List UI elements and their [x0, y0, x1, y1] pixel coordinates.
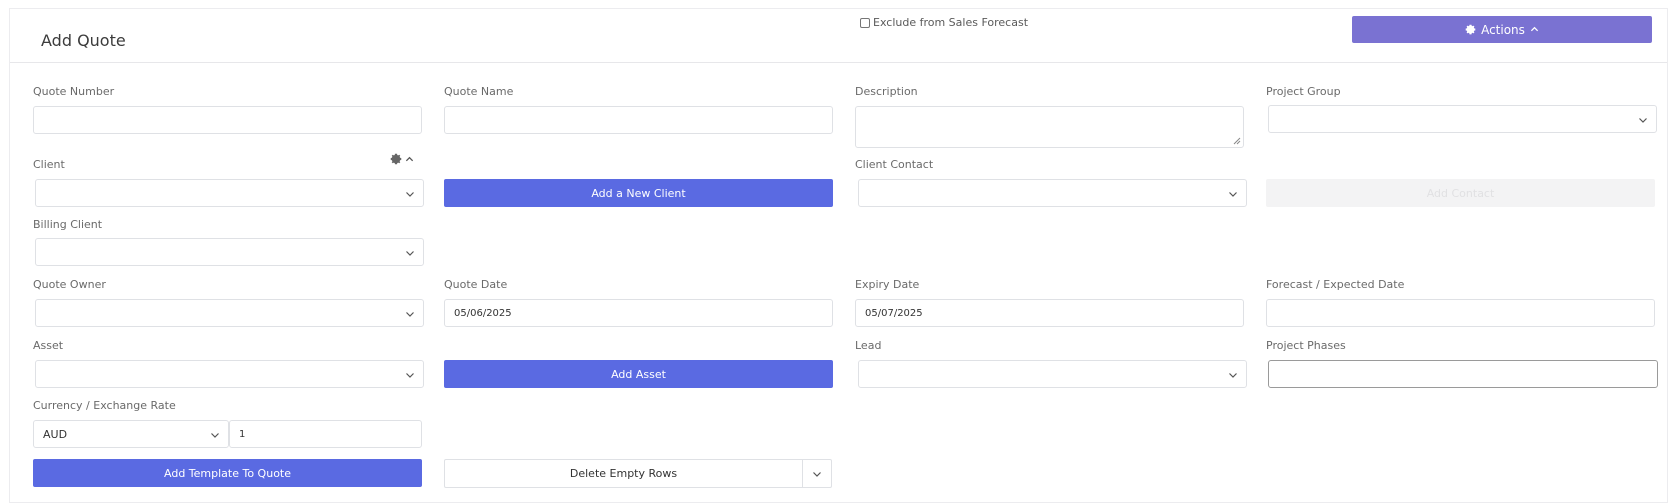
- chevron-down-icon: [1229, 373, 1237, 378]
- chevron-down-icon: [1639, 118, 1647, 123]
- actions-label: Actions: [1481, 22, 1525, 37]
- chevron-down-icon: [406, 312, 414, 317]
- resize-handle-icon[interactable]: [1233, 137, 1241, 145]
- billing-client-label: Billing Client: [33, 218, 103, 231]
- exclude-forecast-checkbox[interactable]: Exclude from Sales Forecast: [860, 16, 1028, 29]
- quote-name-input[interactable]: [444, 106, 833, 134]
- chevron-up-icon: [1530, 26, 1539, 32]
- gear-icon: [390, 153, 402, 165]
- add-contact-button[interactable]: Add Contact: [1266, 179, 1655, 207]
- quote-owner-select[interactable]: [35, 299, 424, 327]
- currency-select[interactable]: AUD: [33, 420, 229, 448]
- project-phases-input[interactable]: [1268, 360, 1658, 388]
- page-title: Add Quote: [41, 31, 126, 50]
- client-settings-toggle[interactable]: [390, 153, 414, 165]
- quote-number-input[interactable]: [33, 106, 422, 134]
- delete-empty-rows-split-button: Delete Empty Rows: [444, 459, 832, 488]
- exchange-rate-input[interactable]: 1: [229, 420, 422, 448]
- description-textarea[interactable]: [855, 106, 1244, 148]
- project-phases-label: Project Phases: [1266, 339, 1346, 352]
- project-group-select[interactable]: [1268, 105, 1657, 133]
- asset-label: Asset: [33, 339, 64, 352]
- gear-icon: [1465, 24, 1476, 35]
- header-divider: [10, 62, 1667, 63]
- chevron-up-icon: [405, 156, 414, 161]
- asset-select[interactable]: [35, 360, 424, 388]
- chevron-down-icon: [406, 192, 414, 197]
- currency-label: Currency / Exchange Rate: [33, 399, 176, 412]
- exclude-forecast-checkbox-box[interactable]: [860, 17, 870, 28]
- chevron-down-icon: [406, 251, 414, 256]
- chevron-down-icon: [1229, 192, 1237, 197]
- chevron-down-icon: [406, 373, 414, 378]
- actions-button[interactable]: Actions: [1352, 16, 1652, 43]
- add-template-to-quote-button[interactable]: Add Template To Quote: [33, 459, 422, 487]
- chevron-down-icon: [211, 433, 219, 438]
- quote-owner-label: Quote Owner: [33, 278, 106, 291]
- client-contact-label: Client Contact: [855, 158, 934, 171]
- delete-empty-rows-dropdown-toggle[interactable]: [803, 460, 831, 487]
- quote-date-input[interactable]: 05/06/2025: [444, 299, 833, 327]
- quote-number-label: Quote Number: [33, 85, 115, 98]
- client-label: Client: [33, 158, 65, 171]
- chevron-down-icon: [813, 471, 821, 477]
- add-asset-button[interactable]: Add Asset: [444, 360, 833, 388]
- expiry-date-input[interactable]: 05/07/2025: [855, 299, 1244, 327]
- add-new-client-button[interactable]: Add a New Client: [444, 179, 833, 207]
- client-select[interactable]: [35, 179, 424, 207]
- expiry-date-label: Expiry Date: [855, 278, 920, 291]
- description-label: Description: [855, 85, 918, 98]
- quote-date-label: Quote Date: [444, 278, 508, 291]
- client-contact-select[interactable]: [858, 179, 1247, 207]
- forecast-date-label: Forecast / Expected Date: [1266, 278, 1405, 291]
- quote-name-label: Quote Name: [444, 85, 514, 98]
- lead-label: Lead: [855, 339, 882, 352]
- billing-client-select[interactable]: [35, 238, 424, 266]
- exclude-forecast-label: Exclude from Sales Forecast: [873, 16, 1029, 29]
- delete-empty-rows-button[interactable]: Delete Empty Rows: [445, 460, 803, 487]
- project-group-label: Project Group: [1266, 85, 1341, 98]
- lead-select[interactable]: [858, 360, 1247, 388]
- forecast-date-input[interactable]: [1266, 299, 1655, 327]
- currency-value: AUD: [43, 427, 68, 441]
